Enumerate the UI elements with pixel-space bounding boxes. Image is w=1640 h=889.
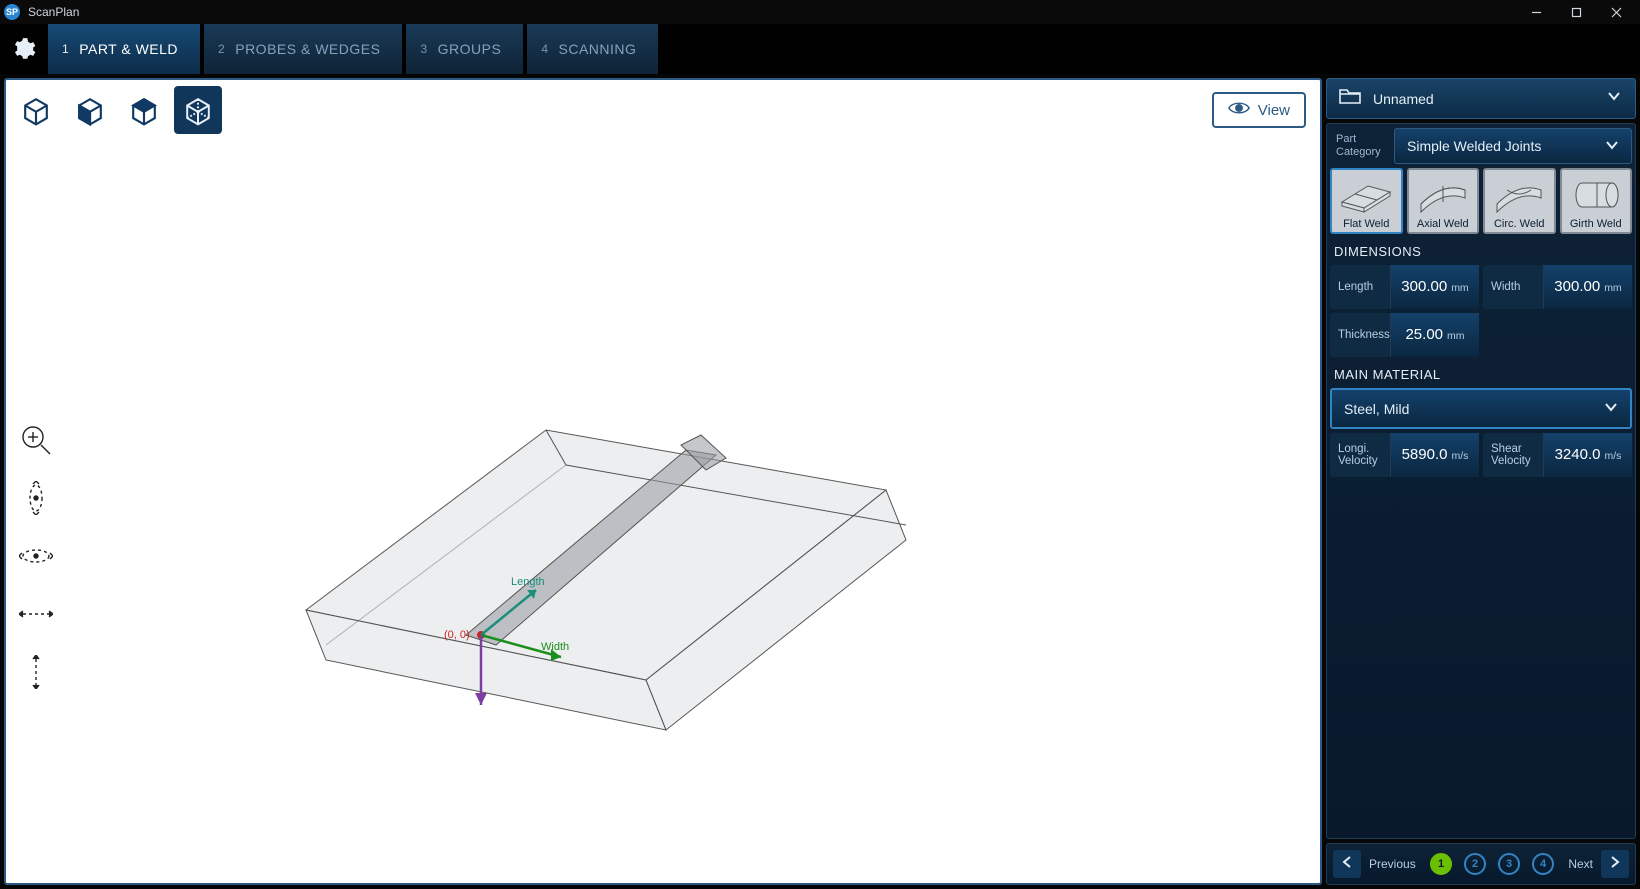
- viewport-tools: [16, 420, 56, 692]
- view-preset-iso[interactable]: [12, 86, 60, 134]
- weld-type-cards: Flat WeldAxial WeldCirc. WeldGirth Weld: [1330, 168, 1632, 234]
- weld-type-girth-weld[interactable]: Girth Weld: [1560, 168, 1633, 234]
- pager-prev-arrow[interactable]: [1333, 850, 1361, 878]
- part-category-label: PartCategory: [1330, 133, 1390, 159]
- part-category-value: Simple Welded Joints: [1407, 138, 1541, 154]
- project-name: Unnamed: [1373, 91, 1595, 107]
- window-maximize-button[interactable]: [1556, 0, 1596, 24]
- eye-icon: [1228, 100, 1250, 120]
- project-selector[interactable]: Unnamed: [1326, 78, 1636, 119]
- chevron-down-icon: [1605, 138, 1619, 155]
- part-category-dropdown[interactable]: Simple Welded Joints: [1394, 128, 1632, 164]
- window-close-button[interactable]: [1596, 0, 1636, 24]
- material-value: Steel, Mild: [1344, 401, 1409, 417]
- view-preset-front[interactable]: [66, 86, 114, 134]
- pager-step-2[interactable]: 2: [1464, 853, 1486, 875]
- tab-groups[interactable]: 3GROUPS: [406, 24, 523, 74]
- part-3d-render: (0, 0) Length Width: [286, 410, 926, 770]
- thickness-field[interactable]: Thickness 25.00mm: [1330, 313, 1479, 357]
- weld-type-icon: [1338, 174, 1394, 216]
- title-bar: SP ScanPlan: [0, 0, 1640, 24]
- chevron-down-icon: [1607, 89, 1623, 108]
- pager-next-label[interactable]: Next: [1568, 857, 1593, 871]
- orbit-horizontal-tool[interactable]: [16, 536, 56, 576]
- dimensions-title: DIMENSIONS: [1330, 238, 1632, 261]
- pan-vertical-tool[interactable]: [16, 652, 56, 692]
- origin-label: (0, 0): [444, 629, 470, 641]
- tab-part-weld[interactable]: 1PART & WELD: [48, 24, 200, 74]
- weld-type-icon: [1491, 174, 1547, 216]
- view-button[interactable]: View: [1212, 92, 1306, 128]
- width-field[interactable]: Width 300.00mm: [1483, 265, 1632, 309]
- pager-next-arrow[interactable]: [1601, 850, 1629, 878]
- weld-type-axial-weld[interactable]: Axial Weld: [1407, 168, 1480, 234]
- material-title: MAIN MATERIAL: [1330, 361, 1632, 384]
- view-preset-bar: [12, 86, 222, 134]
- zoom-tool[interactable]: [16, 420, 56, 460]
- view-preset-wire[interactable]: [174, 86, 222, 134]
- pager-step-4[interactable]: 4: [1532, 853, 1554, 875]
- length-axis-label: Length: [511, 576, 545, 588]
- weld-type-flat-weld[interactable]: Flat Weld: [1330, 168, 1403, 234]
- app-logo: SP: [4, 4, 20, 20]
- shear-velocity-field[interactable]: ShearVelocity 3240.0m/s: [1483, 433, 1632, 477]
- length-field[interactable]: Length 300.00mm: [1330, 265, 1479, 309]
- tab-probes-wedges[interactable]: 2PROBES & WEDGES: [204, 24, 402, 74]
- view-preset-top[interactable]: [120, 86, 168, 134]
- properties-block: PartCategory Simple Welded Joints Flat W…: [1326, 123, 1636, 839]
- viewport-3d[interactable]: View: [4, 78, 1322, 885]
- chevron-down-icon: [1604, 400, 1618, 417]
- tab-scanning[interactable]: 4SCANNING: [527, 24, 658, 74]
- longi-velocity-field[interactable]: Longi.Velocity 5890.0m/s: [1330, 433, 1479, 477]
- side-panel: Unnamed PartCategory Simple Welded Joint…: [1326, 78, 1636, 885]
- settings-button[interactable]: [0, 24, 48, 74]
- width-axis-label: Width: [541, 641, 569, 653]
- weld-type-icon: [1568, 174, 1624, 216]
- pager-step-3[interactable]: 3: [1498, 853, 1520, 875]
- ribbon: 1PART & WELD2PROBES & WEDGES3GROUPS4SCAN…: [0, 24, 1640, 74]
- pager-step-1[interactable]: 1: [1430, 853, 1452, 875]
- weld-type-icon: [1415, 174, 1471, 216]
- material-dropdown[interactable]: Steel, Mild: [1330, 388, 1632, 429]
- orbit-vertical-tool[interactable]: [16, 478, 56, 518]
- app-title: ScanPlan: [28, 5, 1516, 19]
- pan-horizontal-tool[interactable]: [16, 594, 56, 634]
- folder-open-icon: [1339, 87, 1361, 110]
- pager-prev-label[interactable]: Previous: [1369, 857, 1416, 871]
- window-minimize-button[interactable]: [1516, 0, 1556, 24]
- step-pager: Previous 1234 Next: [1326, 843, 1636, 885]
- view-button-label: View: [1258, 102, 1290, 119]
- weld-type-circ-weld[interactable]: Circ. Weld: [1483, 168, 1556, 234]
